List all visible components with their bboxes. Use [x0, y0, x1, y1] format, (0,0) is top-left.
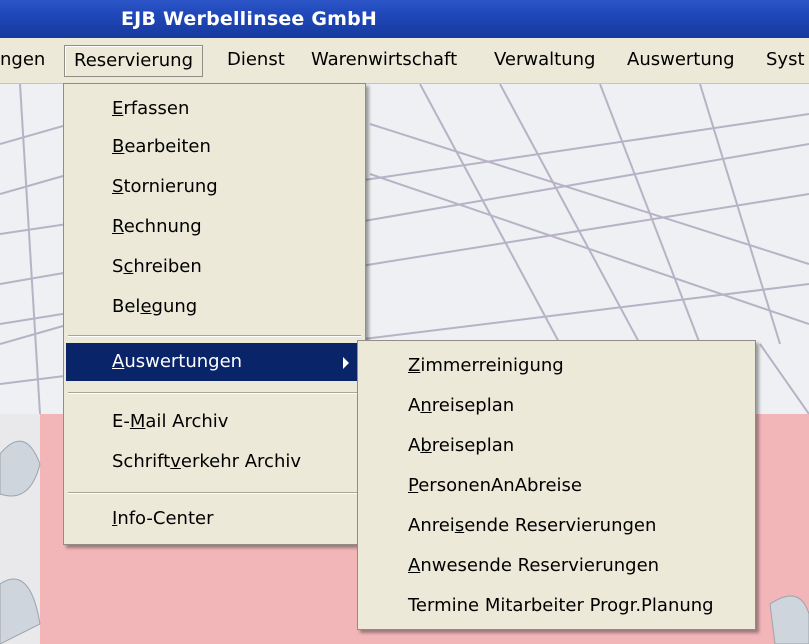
menu-verwaltung[interactable]: Verwaltung: [494, 46, 595, 74]
reservierung-dropdown: Erfassen Bearbeiten Stornierung Rechnung…: [63, 83, 366, 545]
menu-separator: [68, 392, 361, 394]
menu-separator: [68, 492, 361, 494]
submenu-item-anreiseplan[interactable]: Anreiseplan: [360, 387, 753, 425]
menu-item-schriftverkehr-archiv[interactable]: Schriftverkehr Archiv: [66, 443, 363, 481]
submenu-item-zimmerreinigung[interactable]: Zimmerreinigung: [360, 347, 753, 385]
submenu-arrow-icon: [343, 357, 349, 369]
menu-einstellungen[interactable]: ngen: [0, 46, 45, 74]
title-bar: EJB Werbellinsee GmbH: [0, 0, 809, 38]
submenu-item-termine-mitarbeiter[interactable]: Termine Mitarbeiter Progr.Planung: [360, 587, 753, 625]
submenu-item-anreisende-reservierungen[interactable]: Anreisende Reservierungen: [360, 507, 753, 545]
auswertungen-submenu: Zimmerreinigung Anreiseplan Abreiseplan …: [357, 340, 756, 630]
menu-system[interactable]: Syst: [766, 46, 805, 74]
menu-item-erfassen[interactable]: Erfassen: [66, 90, 363, 128]
submenu-item-personenanabreise[interactable]: PersonenAnAbreise: [360, 467, 753, 505]
menu-warenwirtschaft[interactable]: Warenwirtschaft: [311, 46, 457, 74]
menu-item-email-archiv[interactable]: E-Mail Archiv: [66, 403, 363, 441]
menu-item-info-center[interactable]: Info-Center: [66, 500, 363, 538]
menu-auswertung[interactable]: Auswertung: [627, 46, 735, 74]
menu-reservierung[interactable]: Reservierung: [64, 45, 203, 77]
menu-bar: ngen Reservierung Dienst Warenwirtschaft…: [0, 38, 809, 84]
menu-item-rechnung[interactable]: Rechnung: [66, 208, 363, 246]
window-title: EJB Werbellinsee GmbH: [121, 8, 378, 30]
submenu-item-anwesende-reservierungen[interactable]: Anwesende Reservierungen: [360, 547, 753, 585]
menu-item-belegung[interactable]: Belegung: [66, 288, 363, 326]
menu-item-bearbeiten[interactable]: Bearbeiten: [66, 128, 363, 166]
menu-item-schreiben[interactable]: Schreiben: [66, 248, 363, 286]
submenu-item-abreiseplan[interactable]: Abreiseplan: [360, 427, 753, 465]
menu-item-stornierung[interactable]: Stornierung: [66, 168, 363, 206]
menu-dienst[interactable]: Dienst: [227, 46, 285, 74]
menu-item-auswertungen[interactable]: Auswertungen: [66, 343, 363, 381]
menu-separator: [68, 335, 361, 337]
